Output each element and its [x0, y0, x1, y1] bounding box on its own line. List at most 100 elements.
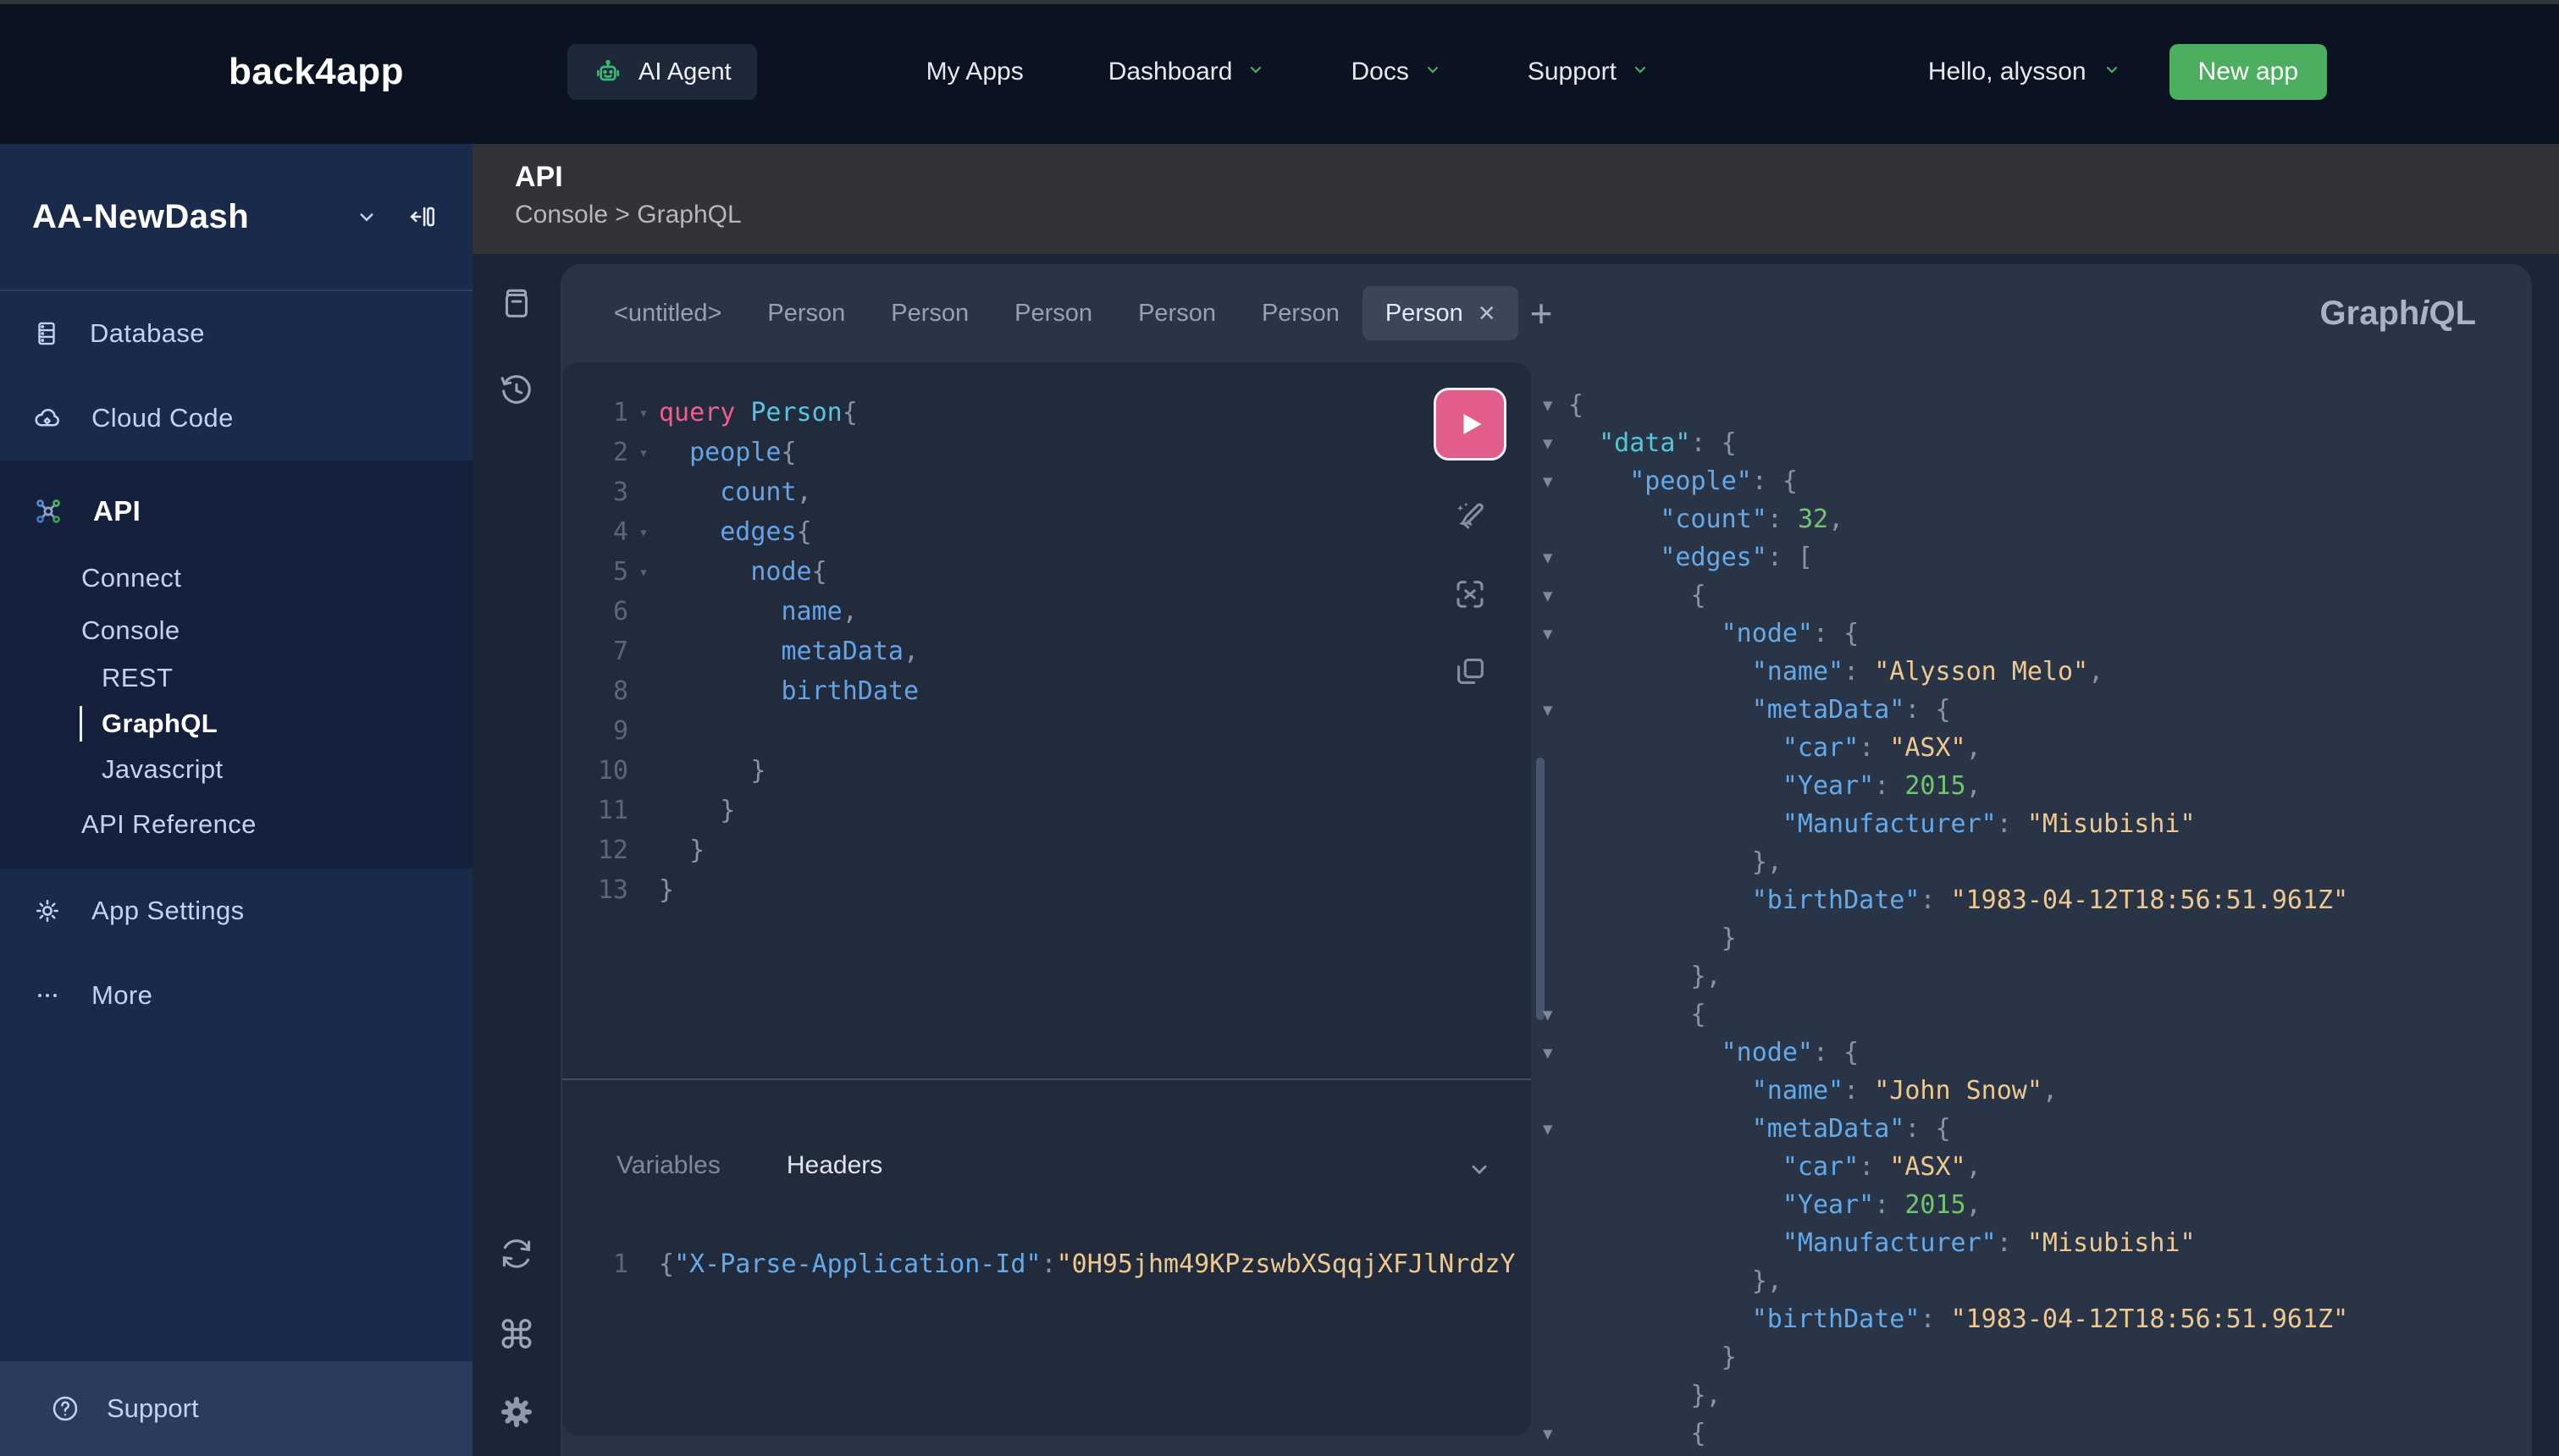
chevron-down-icon[interactable]	[354, 204, 379, 229]
main-nav: My Apps Dashboard Docs Support	[926, 58, 1650, 86]
ai-agent-button[interactable]: AI Agent	[567, 44, 757, 100]
editor-line: 12 }	[562, 830, 1531, 870]
sidebar-item-graphql[interactable]: GraphQL	[0, 701, 473, 747]
sidebar-item-more[interactable]: More	[0, 953, 473, 1038]
query-editor[interactable]: 1▾query Person{2▾ people{3 count,4▾ edge…	[562, 362, 1531, 1436]
nav-label: My Apps	[926, 58, 1024, 86]
tab-person-1[interactable]: Person	[744, 286, 868, 340]
window-top-edge	[0, 0, 2559, 4]
fold-toggle-icon[interactable]: ▼	[1543, 1425, 1568, 1443]
ellipsis-icon	[32, 980, 63, 1011]
page-title: API	[515, 161, 2559, 194]
merge-fragments-icon[interactable]	[1451, 575, 1490, 618]
response-line: ▼{	[1543, 386, 2525, 424]
sidebar-item-cloud-code[interactable]: Cloud Code	[0, 376, 473, 461]
tab-person-3[interactable]: Person	[992, 286, 1115, 340]
tab-person-2[interactable]: Person	[868, 286, 992, 340]
line-number: 12	[562, 836, 628, 865]
ai-agent-label: AI Agent	[638, 58, 732, 86]
response-line: ▼ "node": {	[1543, 1034, 2525, 1072]
sidebar-item-rest[interactable]: REST	[0, 655, 473, 701]
sidebar-item-support[interactable]: Support	[0, 1361, 473, 1456]
tab-person-4[interactable]: Person	[1115, 286, 1239, 340]
settings-icon[interactable]	[496, 1392, 537, 1432]
tab-person-active[interactable]: Person ×	[1362, 286, 1518, 340]
fold-toggle-icon[interactable]: ▼	[1543, 1120, 1568, 1139]
editor-line: 3 count,	[562, 472, 1531, 512]
history-icon[interactable]	[497, 371, 536, 410]
sidebar-item-connect[interactable]: Connect	[0, 550, 473, 606]
tab-person-5[interactable]: Person	[1239, 286, 1362, 340]
editor-line: 9	[562, 711, 1531, 751]
sidebar-item-label: Database	[90, 318, 205, 349]
shortcut-keys-icon[interactable]: ⌘	[497, 1315, 536, 1354]
api-icon	[32, 495, 64, 527]
chevron-down-icon[interactable]	[1465, 1155, 1494, 1188]
headers-editor[interactable]: 1{"X-Parse-Application-Id":"0H95jhm49KPz…	[562, 1244, 1531, 1284]
sidebar-item-javascript[interactable]: Javascript	[0, 747, 473, 792]
back4app-logo[interactable]: back4app	[229, 51, 404, 93]
line-number: 9	[562, 716, 628, 746]
nav-docs[interactable]: Docs	[1351, 58, 1442, 86]
fold-toggle-icon[interactable]: ▼	[1543, 701, 1568, 720]
fold-toggle-icon[interactable]: ▼	[1543, 434, 1568, 453]
fold-toggle-icon[interactable]: ▼	[1543, 396, 1568, 415]
fold-toggle-icon[interactable]: ▼	[1543, 549, 1568, 567]
tab-label: Person	[767, 300, 845, 328]
sidebar-item-app-settings[interactable]: App Settings	[0, 869, 473, 953]
app-switcher: AA-NewDash	[0, 144, 473, 291]
close-tab-icon[interactable]: ×	[1478, 299, 1495, 328]
collapse-sidebar-icon[interactable]	[408, 202, 437, 231]
nav-support[interactable]: Support	[1528, 58, 1650, 86]
response-line: ▼ "node": {	[1543, 615, 2525, 653]
line-number: 10	[562, 756, 628, 786]
response-line: ▼ {	[1543, 576, 2525, 615]
fold-toggle-icon[interactable]: ▼	[1543, 1006, 1568, 1024]
execute-play-button[interactable]	[1434, 388, 1506, 461]
fold-toggle-icon[interactable]: ▼	[1543, 587, 1568, 605]
nav-dashboard[interactable]: Dashboard	[1108, 58, 1267, 86]
editor-line: 11 }	[562, 791, 1531, 830]
tab-untitled[interactable]: <untitled>	[591, 286, 744, 340]
response-line: ▼ "metaData": {	[1543, 691, 2525, 729]
sidebar-item-label: Connect	[81, 563, 181, 593]
graphiql-sidebar: ⌘	[473, 254, 561, 1456]
question-circle-icon	[49, 1393, 81, 1425]
tab-headers[interactable]: Headers	[787, 1151, 882, 1180]
copy-query-icon[interactable]	[1451, 652, 1490, 695]
response-line: ▼ "edges": [	[1543, 538, 2525, 576]
sidebar-item-label: Cloud Code	[91, 403, 234, 433]
navbar-right: Hello, alysson New app	[1928, 44, 2327, 100]
response-line: },	[1543, 1376, 2525, 1415]
fold-toggle-icon[interactable]: ▾	[628, 444, 659, 462]
sidebar-item-console[interactable]: Console	[0, 606, 473, 655]
fold-toggle-icon[interactable]: ▾	[628, 523, 659, 542]
add-tab-button[interactable]: +	[1530, 294, 1553, 333]
line-number: 8	[562, 676, 628, 706]
new-app-button[interactable]: New app	[2169, 44, 2327, 100]
response-line: }	[1543, 919, 2525, 957]
response-line: ▼ {	[1543, 995, 2525, 1034]
fold-toggle-icon[interactable]: ▾	[628, 563, 659, 582]
user-menu[interactable]: Hello, alysson	[1928, 58, 2122, 86]
fold-toggle-icon[interactable]: ▼	[1543, 625, 1568, 643]
editor-line: 1▾query Person{	[562, 393, 1531, 433]
tab-label: Person	[1262, 300, 1340, 328]
refetch-icon[interactable]	[497, 1234, 536, 1273]
query-code-area[interactable]: 1▾query Person{2▾ people{3 count,4▾ edge…	[562, 362, 1531, 1078]
response-line: "Year": 2015,	[1543, 767, 2525, 805]
fold-toggle-icon[interactable]: ▼	[1543, 1044, 1568, 1062]
sidebar-item-api-reference[interactable]: API Reference	[0, 792, 473, 857]
fold-toggle-icon[interactable]: ▼	[1543, 472, 1568, 491]
sidebar-item-database[interactable]: Database	[0, 291, 473, 376]
tab-variables[interactable]: Variables	[616, 1151, 721, 1180]
fold-toggle-icon[interactable]: ▾	[628, 404, 659, 422]
line-number: 6	[562, 597, 628, 626]
app-name[interactable]: AA-NewDash	[32, 198, 249, 236]
tab-label: Person	[1014, 300, 1092, 328]
prettify-icon[interactable]	[1451, 498, 1490, 541]
sidebar-item-api[interactable]: API	[0, 472, 473, 550]
docs-icon[interactable]	[497, 284, 536, 323]
nav-my-apps[interactable]: My Apps	[926, 58, 1024, 86]
tab-label: Person	[1385, 300, 1463, 328]
